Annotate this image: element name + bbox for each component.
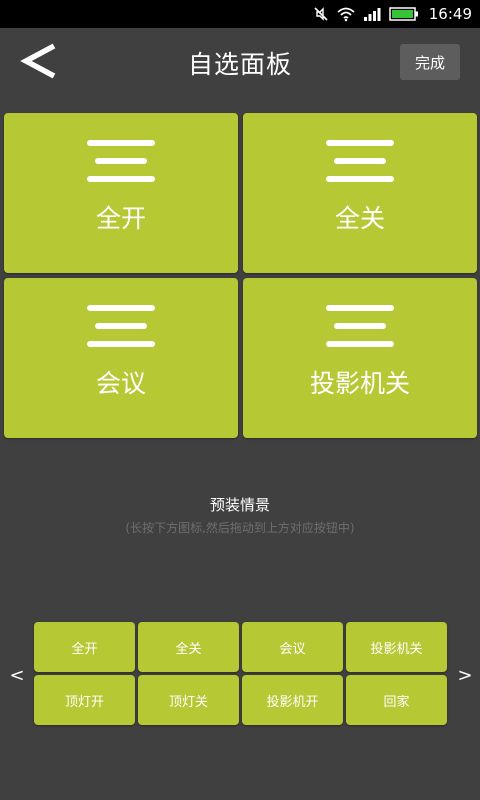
scene-tile[interactable]: 全开 [4, 113, 238, 273]
next-page-button[interactable]: > [455, 664, 475, 688]
menu-lines-icon [87, 305, 155, 347]
signal-icon [363, 6, 381, 22]
status-bar: 16:49 [0, 0, 480, 28]
preset-button[interactable]: 投影机关 [346, 622, 447, 672]
status-time: 16:49 [428, 5, 472, 23]
scene-tile-label: 全关 [334, 204, 385, 233]
mute-icon [313, 6, 329, 22]
scene-tile-label: 会议 [95, 369, 146, 398]
done-button[interactable]: 完成 [400, 44, 460, 80]
preset-button[interactable]: 顶灯关 [138, 675, 239, 725]
scene-tile[interactable]: 投影机关 [243, 278, 477, 438]
menu-lines-icon [87, 140, 155, 182]
prev-page-button[interactable]: < [7, 664, 27, 688]
preset-button[interactable]: 全开 [34, 622, 135, 672]
wifi-icon [337, 6, 355, 22]
scene-tile[interactable]: 会议 [4, 278, 238, 438]
preset-title: 预装情景 [209, 496, 270, 514]
chevron-left-icon [20, 43, 56, 79]
preset-button[interactable]: 顶灯开 [34, 675, 135, 725]
menu-lines-icon [326, 305, 394, 347]
preset-button[interactable]: 会议 [242, 622, 343, 672]
preset-button-grid: 全开 全关 会议 投影机关 顶灯开 顶灯关 投影机开 回家 [34, 622, 447, 725]
back-button[interactable] [18, 40, 62, 84]
scene-tile-label: 投影机关 [309, 369, 410, 398]
preset-hint: (长按下方图标,然后拖动到上方对应按钮中) [125, 521, 355, 535]
preset-button[interactable]: 回家 [346, 675, 447, 725]
preset-button[interactable]: 全关 [138, 622, 239, 672]
battery-icon [389, 6, 419, 22]
scene-tile[interactable]: 全关 [243, 113, 477, 273]
scene-tile-grid: 全开 全关 会议 投影机关 [4, 113, 478, 438]
scene-tile-label: 全开 [95, 204, 146, 233]
header: 自选面板 完成 [0, 28, 480, 96]
preset-button[interactable]: 投影机开 [242, 675, 343, 725]
menu-lines-icon [326, 140, 394, 182]
